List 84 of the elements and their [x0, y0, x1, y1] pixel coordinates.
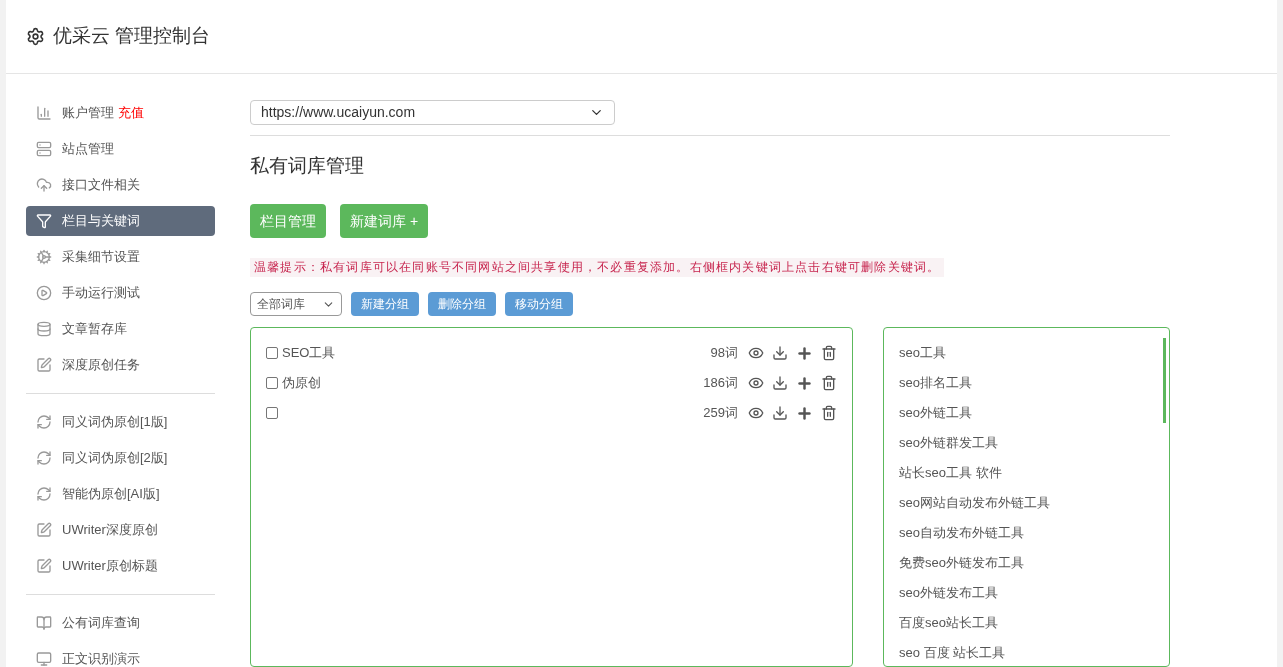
sidebar-item[interactable]: UWriter原创标题: [26, 551, 215, 581]
sidebar-label: 同义词伪原创[1版]: [62, 413, 168, 432]
recharge-link[interactable]: 充值: [118, 103, 144, 123]
word-count: 98词: [710, 344, 738, 363]
keyword-item[interactable]: 百度seo站长工具: [899, 608, 998, 638]
view-icon[interactable]: [748, 405, 764, 421]
library-checkbox[interactable]: [266, 407, 278, 419]
sidebar-label: 同义词伪原创[2版]: [62, 449, 168, 468]
page-heading: 私有词库管理: [250, 153, 365, 178]
keyword-item[interactable]: seo 百度 站长工具: [899, 638, 1006, 667]
sidebar-item[interactable]: UWriter深度原创: [26, 515, 215, 545]
keyword-item[interactable]: seo网站自动发布外链工具: [899, 488, 1050, 518]
gear-icon: [36, 249, 52, 265]
keyword-item[interactable]: seo自动发布外链工具: [899, 518, 1024, 548]
sidebar-item[interactable]: 手动运行测试: [26, 278, 215, 308]
sidebar-item[interactable]: 接口文件相关: [26, 170, 215, 200]
settings-icon: [26, 27, 45, 46]
book-icon: [36, 615, 52, 631]
keyword-item[interactable]: seo外链群发工具: [899, 428, 998, 458]
sidebar-label: 深度原创任务: [62, 356, 140, 375]
keyword-item[interactable]: seo排名工具: [899, 368, 972, 398]
sidebar-item[interactable]: 同义词伪原创[1版]: [26, 407, 215, 437]
sidebar-label: 公有词库查询: [62, 614, 140, 633]
edit-icon: [36, 522, 52, 538]
delete-icon[interactable]: [821, 375, 837, 391]
monitor-icon: [36, 651, 52, 667]
word-count: 259词: [703, 404, 738, 423]
sidebar-label: UWriter原创标题: [62, 557, 158, 576]
sidebar-label: 栏目与关键词: [62, 212, 140, 231]
library-filter-select[interactable]: 全部词库: [250, 292, 342, 316]
cloud-upload-icon: [36, 177, 52, 193]
word-count: 186词: [703, 374, 738, 393]
download-icon[interactable]: [772, 345, 788, 361]
sidebar-item[interactable]: 同义词伪原创[2版]: [26, 443, 215, 473]
keyword-item[interactable]: 站长seo工具 软件: [899, 458, 1002, 488]
sidebar-item[interactable]: 智能伪原创[AI版]: [26, 479, 215, 509]
bar-chart-icon: [36, 105, 52, 121]
library-checkbox[interactable]: [266, 347, 278, 359]
sidebar-label: 账户管理: [62, 104, 114, 123]
sidebar-item[interactable]: 采集细节设置: [26, 242, 215, 272]
sidebar-label: 正文识别演示: [62, 650, 140, 667]
edit-icon: [36, 558, 52, 574]
sidebar-label: 手动运行测试: [62, 284, 140, 303]
keyword-item[interactable]: seo工具: [899, 338, 946, 368]
sidebar-item[interactable]: 站点管理: [26, 134, 215, 164]
sidebar-item[interactable]: 深度原创任务: [26, 350, 215, 380]
console-title: 优采云 管理控制台: [53, 24, 211, 49]
sidebar-item[interactable]: 栏目与关键词: [26, 206, 215, 236]
filter-icon: [36, 213, 52, 229]
tip-text: 温馨提示：私有词库可以在同账号不同网站之间共享使用，不必重复添加。右侧框内关键词上点击右键可删除关键词。: [250, 258, 945, 278]
library-checkbox[interactable]: [266, 377, 278, 389]
refresh-icon: [36, 486, 52, 502]
sidebar-label: 接口文件相关: [62, 176, 140, 195]
view-icon[interactable]: [748, 345, 764, 361]
database-icon: [36, 321, 52, 337]
library-name: 伪原创: [282, 374, 321, 393]
edit-icon: [36, 357, 52, 373]
download-icon[interactable]: [772, 375, 788, 391]
keyword-item[interactable]: 免费seo外链发布工具: [899, 548, 1024, 578]
download-icon[interactable]: [772, 405, 788, 421]
sidebar-label: 文章暂存库: [62, 320, 127, 339]
refresh-icon: [36, 414, 52, 430]
sidebar-item[interactable]: 公有词库查询: [26, 608, 215, 638]
view-icon[interactable]: [748, 375, 764, 391]
play-icon: [36, 285, 52, 301]
sidebar-label: UWriter深度原创: [62, 521, 158, 540]
site-select[interactable]: https://www.ucaiyun.com: [250, 100, 615, 125]
keyword-item[interactable]: seo外链工具: [899, 398, 972, 428]
sidebar-label: 智能伪原创[AI版]: [62, 485, 160, 504]
server-icon: [36, 141, 52, 157]
sidebar-label: 采集细节设置: [62, 248, 140, 267]
delete-icon[interactable]: [821, 345, 837, 361]
scrollbar-thumb[interactable]: [1163, 338, 1166, 423]
sidebar-label: 站点管理: [62, 140, 114, 159]
refresh-icon: [36, 450, 52, 466]
add-icon[interactable]: [796, 374, 813, 392]
library-name: SEO工具: [282, 344, 336, 363]
keyword-item[interactable]: seo外链发布工具: [899, 578, 998, 608]
add-icon[interactable]: [796, 344, 813, 362]
sidebar-item[interactable]: 正文识别演示: [26, 644, 215, 667]
sidebar-item[interactable]: 文章暂存库: [26, 314, 215, 344]
sidebar-item[interactable]: 账户管理 充值: [26, 98, 215, 128]
add-icon[interactable]: [796, 404, 813, 422]
delete-icon[interactable]: [821, 405, 837, 421]
